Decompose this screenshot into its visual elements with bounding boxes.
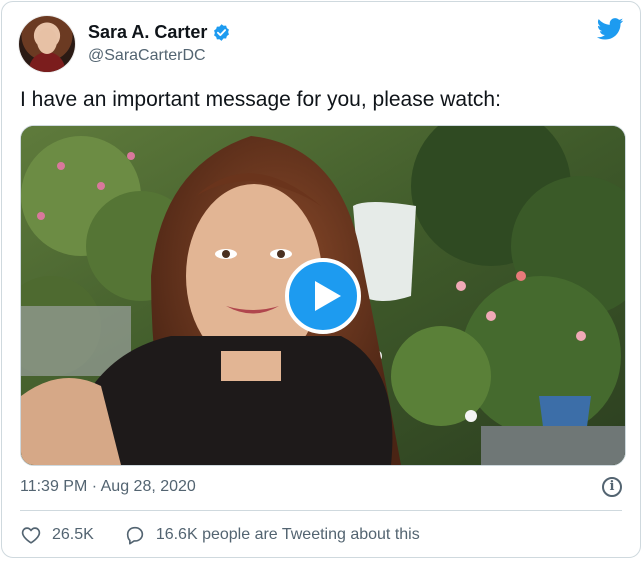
avatar[interactable] [19, 16, 75, 72]
video-thumbnail[interactable] [20, 125, 626, 466]
author-handle[interactable]: @SaraCarterDC [88, 47, 206, 65]
author-display-name[interactable]: Sara A. Carter [88, 22, 207, 43]
tweet-card[interactable]: Sara A. Carter @SaraCarterDC I have an i… [1, 1, 641, 558]
discussion-count-text: 16.6K people are Tweeting about this [155, 526, 420, 543]
tweet-text: I have an important message for you, ple… [20, 88, 501, 111]
twitter-bird-icon[interactable] [597, 18, 624, 40]
info-icon[interactable]: i [602, 477, 622, 497]
speech-bubble-icon [126, 526, 143, 545]
play-button[interactable] [285, 257, 361, 334]
author-name-row: Sara A. Carter [88, 22, 231, 43]
heart-icon [21, 527, 41, 544]
engagement-bar: 26.5K 16.6K people are Tweeting about th… [20, 524, 420, 546]
like-button[interactable]: 26.5K [20, 524, 94, 546]
verified-badge-icon [214, 24, 230, 41]
discussion-link[interactable]: 16.6K people are Tweeting about this [124, 524, 420, 546]
like-count: 26.5K [52, 526, 94, 543]
divider [20, 510, 622, 511]
tweet-timestamp[interactable]: 11:39 PM · Aug 28, 2020 [20, 478, 196, 496]
